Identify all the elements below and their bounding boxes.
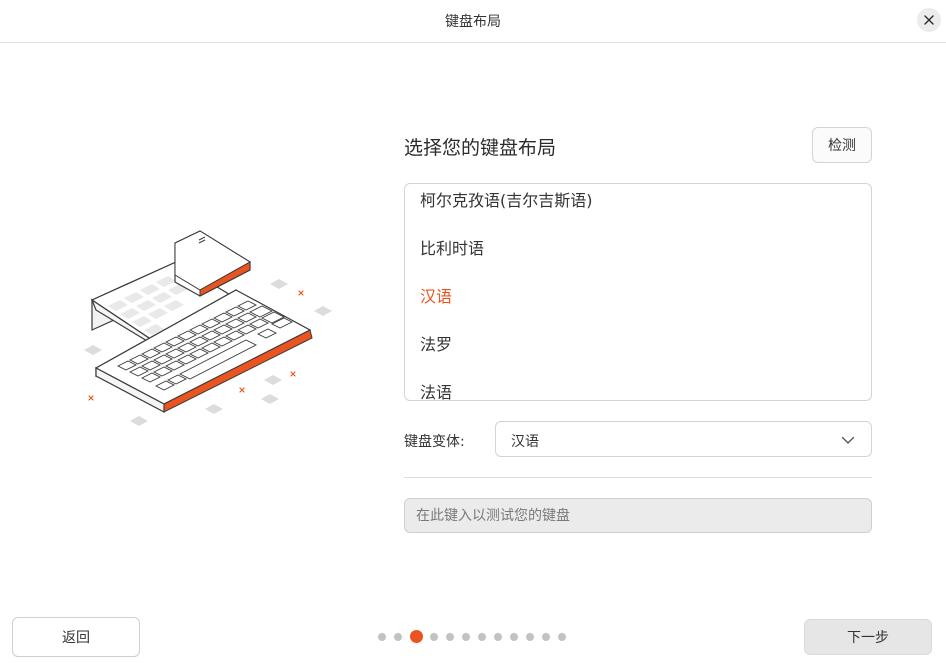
page-dot-active xyxy=(410,630,423,643)
next-button[interactable]: 下一步 xyxy=(804,619,932,655)
page-dot xyxy=(558,633,566,641)
keyboard-illustration xyxy=(84,230,332,426)
title-bar: 键盘布局 xyxy=(0,0,946,43)
page-dot xyxy=(430,633,438,641)
keyboard-layout-list[interactable]: 柯尔克孜语(吉尔吉斯语) 比利时语 汉语 法罗 法语 xyxy=(404,183,872,401)
window-title: 键盘布局 xyxy=(445,14,501,30)
page-dot xyxy=(526,633,534,641)
page-dot xyxy=(462,633,470,641)
layout-item[interactable]: 比利时语 xyxy=(420,235,484,259)
page-dot xyxy=(446,633,454,641)
page-dot xyxy=(478,633,486,641)
layout-item[interactable]: 柯尔克孜语(吉尔吉斯语) xyxy=(420,187,593,211)
layout-item[interactable]: 法罗 xyxy=(420,331,452,355)
close-button[interactable] xyxy=(917,8,941,32)
page-title: 选择您的键盘布局 xyxy=(404,137,557,159)
chevron-down-icon xyxy=(841,436,855,444)
close-icon xyxy=(924,15,934,25)
keyboard-variant-label: 键盘变体: xyxy=(404,434,465,450)
page-dot xyxy=(394,633,402,641)
page-dot xyxy=(510,633,518,641)
page-dot xyxy=(494,633,502,641)
page-dot xyxy=(378,633,386,641)
detect-button[interactable]: 检测 xyxy=(812,127,872,163)
divider xyxy=(404,477,872,478)
page-dot xyxy=(542,633,550,641)
layout-item-selected[interactable]: 汉语 xyxy=(420,283,452,307)
layout-item[interactable]: 法语 xyxy=(420,379,452,400)
keyboard-test-input[interactable] xyxy=(404,498,872,533)
keyboard-variant-value: 汉语 xyxy=(511,434,539,450)
keyboard-variant-select[interactable]: 汉语 xyxy=(495,421,872,457)
